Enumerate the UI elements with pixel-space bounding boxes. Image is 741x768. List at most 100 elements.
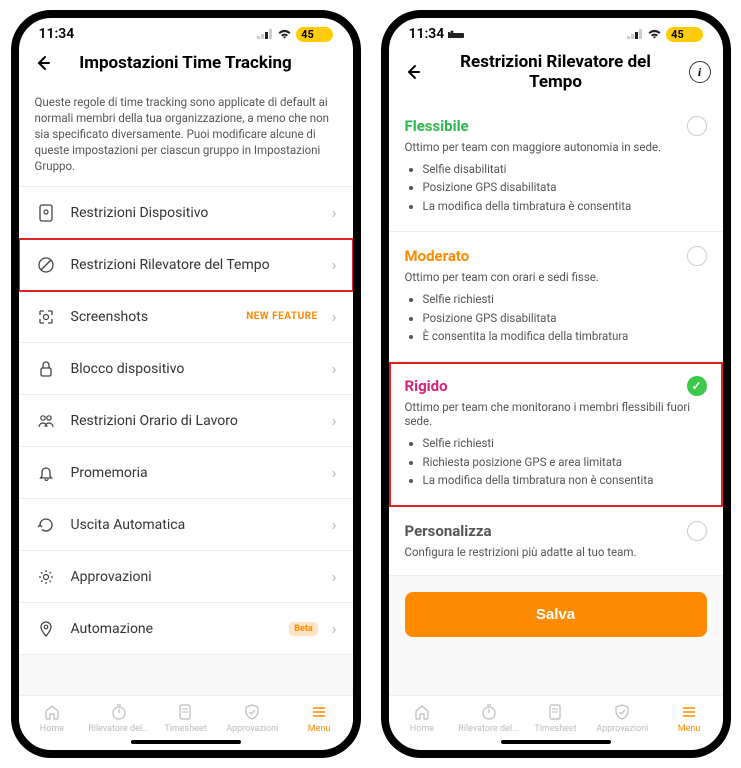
row-label: Automazione xyxy=(71,621,276,637)
radio-unselected[interactable] xyxy=(687,116,707,136)
radio-unselected[interactable] xyxy=(687,246,707,266)
option-strict[interactable]: Rigido Ottimo per team che monitorano i … xyxy=(389,362,723,506)
tab-approvals[interactable]: Approvazioni xyxy=(219,702,286,734)
row-label: Promemoria xyxy=(71,465,318,481)
status-bar: 11:34 45⚡ xyxy=(19,18,353,46)
bullet: Selfie richiesti xyxy=(423,290,707,308)
row-label: Restrizioni Orario di Lavoro xyxy=(71,413,318,429)
page-title: Impostazioni Time Tracking xyxy=(63,53,309,73)
screenshot-icon xyxy=(35,308,57,326)
shield-icon xyxy=(612,702,632,722)
tab-menu[interactable]: Menu xyxy=(656,702,723,734)
refresh-icon xyxy=(35,516,57,534)
dnd-bed-icon xyxy=(448,29,464,39)
battery-badge: 45⚡ xyxy=(666,27,702,42)
tab-bar: Home Rilevatore del... Timesheet Approva… xyxy=(19,695,353,736)
info-button[interactable]: i xyxy=(689,61,711,83)
tab-timesheet[interactable]: Timesheet xyxy=(522,702,589,734)
tab-tracker[interactable]: Rilevatore del... xyxy=(85,702,152,734)
tab-label: Home xyxy=(40,724,64,734)
people-icon xyxy=(35,412,57,430)
tab-label: Timesheet xyxy=(534,724,576,734)
sheet-icon xyxy=(175,702,195,722)
shield-icon xyxy=(242,702,262,722)
row-approvals[interactable]: Approvazioni › xyxy=(19,551,353,603)
row-label: Restrizioni Rilevatore del Tempo xyxy=(71,257,318,273)
row-auto-clockout[interactable]: Uscita Automatica › xyxy=(19,499,353,551)
beta-badge: Beta xyxy=(289,622,317,636)
option-moderate[interactable]: Moderato Ottimo per team con orari e sed… xyxy=(389,232,723,362)
tab-home[interactable]: Home xyxy=(19,702,86,734)
option-subtitle: Ottimo per team che monitorano i membri … xyxy=(405,400,707,428)
tab-timesheet[interactable]: Timesheet xyxy=(152,702,219,734)
tab-label: Approvazioni xyxy=(596,724,648,734)
status-time: 11:34 xyxy=(39,26,75,42)
tab-label: Menu xyxy=(308,724,331,734)
row-label: Approvazioni xyxy=(71,569,318,585)
bullet: Posizione GPS disabilitata xyxy=(423,309,707,327)
restriction-icon xyxy=(35,256,57,274)
status-time: 11:34 xyxy=(409,26,445,42)
option-bullets: Selfie richiesti Richiesta posizione GPS… xyxy=(405,434,707,489)
status-bar: 11:34 45⚡ xyxy=(389,18,723,46)
option-subtitle: Ottimo per team con orari e sedi fisse. xyxy=(405,270,707,284)
sheet-icon xyxy=(545,702,565,722)
menu-icon xyxy=(679,702,699,722)
pin-icon xyxy=(35,620,57,638)
option-bullets: Selfie richiesti Posizione GPS disabilit… xyxy=(405,290,707,345)
row-automation[interactable]: Automazione Beta › xyxy=(19,603,353,655)
option-flexible[interactable]: Flessibile Ottimo per team con maggiore … xyxy=(389,102,723,232)
new-feature-badge: NEW FEATURE xyxy=(246,311,317,322)
tab-label: Rilevatore del... xyxy=(88,724,149,734)
home-icon xyxy=(42,702,62,722)
tab-tracker[interactable]: Rilevatore del... xyxy=(455,702,522,734)
bullet: La modifica della timbratura è consentit… xyxy=(423,197,707,215)
tab-label: Approvazioni xyxy=(226,724,278,734)
battery-badge: 45⚡ xyxy=(296,27,332,42)
tab-label: Home xyxy=(410,724,434,734)
tab-label: Rilevatore del... xyxy=(458,724,519,734)
page-title: Restrizioni Rilevatore del Tempo xyxy=(433,52,679,92)
tab-label: Menu xyxy=(678,724,701,734)
radio-unselected[interactable] xyxy=(687,521,707,541)
page-description: Queste regole di time tracking sono appl… xyxy=(19,84,353,187)
option-custom[interactable]: Personalizza Configura le restrizioni pi… xyxy=(389,507,723,576)
option-title: Flessibile xyxy=(405,117,469,135)
back-button[interactable] xyxy=(401,61,423,83)
save-button[interactable]: Salva xyxy=(405,592,707,637)
chevron-icon: › xyxy=(332,515,337,534)
tab-menu[interactable]: Menu xyxy=(286,702,353,734)
chevron-icon: › xyxy=(332,619,337,638)
option-title: Moderato xyxy=(405,247,470,265)
page-header: Restrizioni Rilevatore del Tempo i xyxy=(389,46,723,102)
menu-icon xyxy=(309,702,329,722)
page-header: Impostazioni Time Tracking xyxy=(19,46,353,84)
bullet: Selfie richiesti xyxy=(423,434,707,452)
row-label: Screenshots xyxy=(71,309,233,325)
row-screenshots[interactable]: Screenshots NEW FEATURE › xyxy=(19,291,353,343)
radio-selected-icon[interactable] xyxy=(687,376,707,396)
home-icon xyxy=(412,702,432,722)
bullet: Richiesta posizione GPS e area limitata xyxy=(423,453,707,471)
content-area: Queste regole di time tracking sono appl… xyxy=(19,84,353,695)
row-work-hours-restrictions[interactable]: Restrizioni Orario di Lavoro › xyxy=(19,395,353,447)
row-device-restrictions[interactable]: Restrizioni Dispositivo › xyxy=(19,187,353,239)
content-area: Flessibile Ottimo per team con maggiore … xyxy=(389,102,723,695)
phone-left: 11:34 45⚡ Impostazioni Time Tracking Que… xyxy=(11,10,361,758)
row-device-lock[interactable]: Blocco dispositivo › xyxy=(19,343,353,395)
home-indicator xyxy=(131,740,241,744)
tab-home[interactable]: Home xyxy=(389,702,456,734)
device-icon xyxy=(35,204,57,222)
chevron-icon: › xyxy=(332,567,337,586)
option-bullets: Selfie disabilitati Posizione GPS disabi… xyxy=(405,160,707,215)
chevron-icon: › xyxy=(332,307,337,326)
tab-label: Timesheet xyxy=(164,724,206,734)
row-label: Blocco dispositivo xyxy=(71,361,318,377)
row-reminders[interactable]: Promemoria › xyxy=(19,447,353,499)
row-time-tracker-restrictions[interactable]: Restrizioni Rilevatore del Tempo › xyxy=(19,239,353,291)
chevron-icon: › xyxy=(332,203,337,222)
tab-approvals[interactable]: Approvazioni xyxy=(589,702,656,734)
back-button[interactable] xyxy=(31,52,53,74)
bullet: È consentita la modifica della timbratur… xyxy=(423,327,707,345)
lock-icon xyxy=(35,360,57,378)
